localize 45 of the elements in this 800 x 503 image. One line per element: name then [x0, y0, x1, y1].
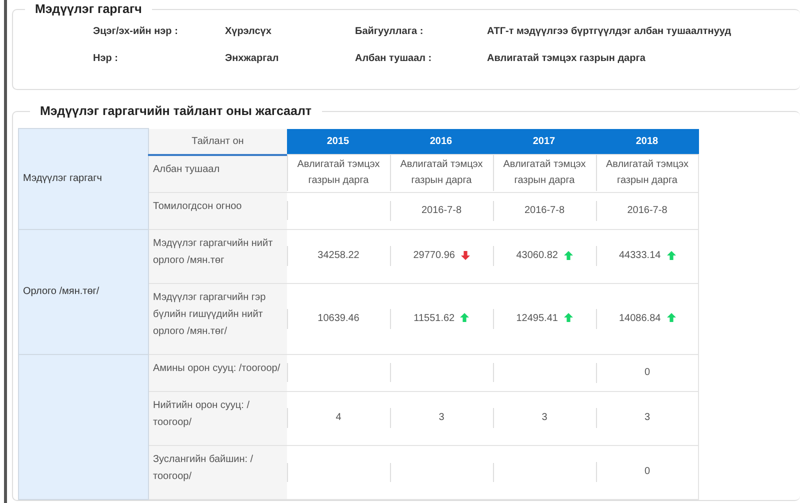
row-label: Томилогдсон огноо	[148, 192, 286, 229]
cell-value: 11551.62	[414, 312, 455, 324]
group-cell: Орлого /мян.төг/	[18, 229, 148, 354]
cell-value: 10639.46	[318, 312, 360, 324]
field-value: Авлигатай тэмцэх газрын дарга	[487, 53, 646, 64]
field-value: Хүрэлсүх	[225, 26, 272, 37]
row-label: Мэдүүлэг гаргагчийн гэр бүлийн гишүүдийн нийт орлого /мян.төг/	[148, 283, 286, 354]
field-label: Эцэг/эх-ийн нэр :	[93, 26, 179, 37]
row-label: Албан тушаал	[148, 154, 286, 192]
cell-value: 0	[644, 366, 650, 378]
field-label: Байгууллага :	[355, 26, 424, 37]
section-title: Мэдүүлэг гаргагч	[34, 2, 143, 16]
field-value: Энхжаргал	[225, 53, 280, 64]
cell-value: 3	[644, 412, 650, 423]
row-label: Нийтийн орон сууц: /тоогоор/	[148, 391, 286, 445]
cell-value: Авлигатай тэмцэх газрын дарга	[606, 159, 689, 186]
cell-value: 12495.41	[516, 312, 558, 324]
cell-value: Авлигатай тэмцэх газрын дарга	[503, 159, 586, 186]
cell-value: 43060.82	[516, 250, 558, 261]
cell-value: 3	[438, 412, 444, 423]
year-header: 2015	[286, 128, 390, 154]
cell-value: 3	[542, 412, 548, 423]
year-header: 2016	[390, 128, 492, 154]
cell-value: Авлигатай тэмцэх газрын дарга	[297, 159, 380, 186]
cell-value: 29770.96	[413, 250, 455, 261]
cell-value: Авлигатай тэмцэх газрын дарга	[400, 159, 483, 186]
cell-value: 2016-7-8	[524, 204, 565, 216]
row-label: Амины орон сууц: /тоогоор/	[148, 354, 286, 391]
cell-value: 0	[644, 466, 650, 477]
field-label: Нэр :	[93, 53, 119, 64]
cell-value: 44333.14	[619, 250, 661, 261]
row-label: Мэдүүлэг гаргагчийн нийт орлого /мян.төг	[148, 229, 286, 283]
cell-value: 4	[336, 412, 342, 423]
field-value: АТГ-т мэдүүлгээ бүртгүүлдэг албан тушаалтнууд	[487, 26, 732, 37]
cell-value: 2016-7-8	[627, 204, 668, 216]
row-label: Зуслангийн байшин: /тоогоор/	[148, 445, 286, 499]
field-label: Албан тушаал :	[355, 53, 433, 64]
year-header: 2017	[492, 128, 596, 154]
section-title: Мэдүүлэг гаргагчийн тайлант оны жагсаалт	[39, 104, 313, 118]
header-cell: Тайлант он	[148, 128, 286, 154]
cell-value: 14086.84	[619, 312, 661, 324]
group-cell: Мэдүүлэг гаргагч	[18, 128, 148, 229]
cell-value: 2016-7-8	[421, 204, 462, 216]
year-header: 2018	[596, 128, 698, 154]
cell-value: 34258.22	[318, 250, 360, 261]
